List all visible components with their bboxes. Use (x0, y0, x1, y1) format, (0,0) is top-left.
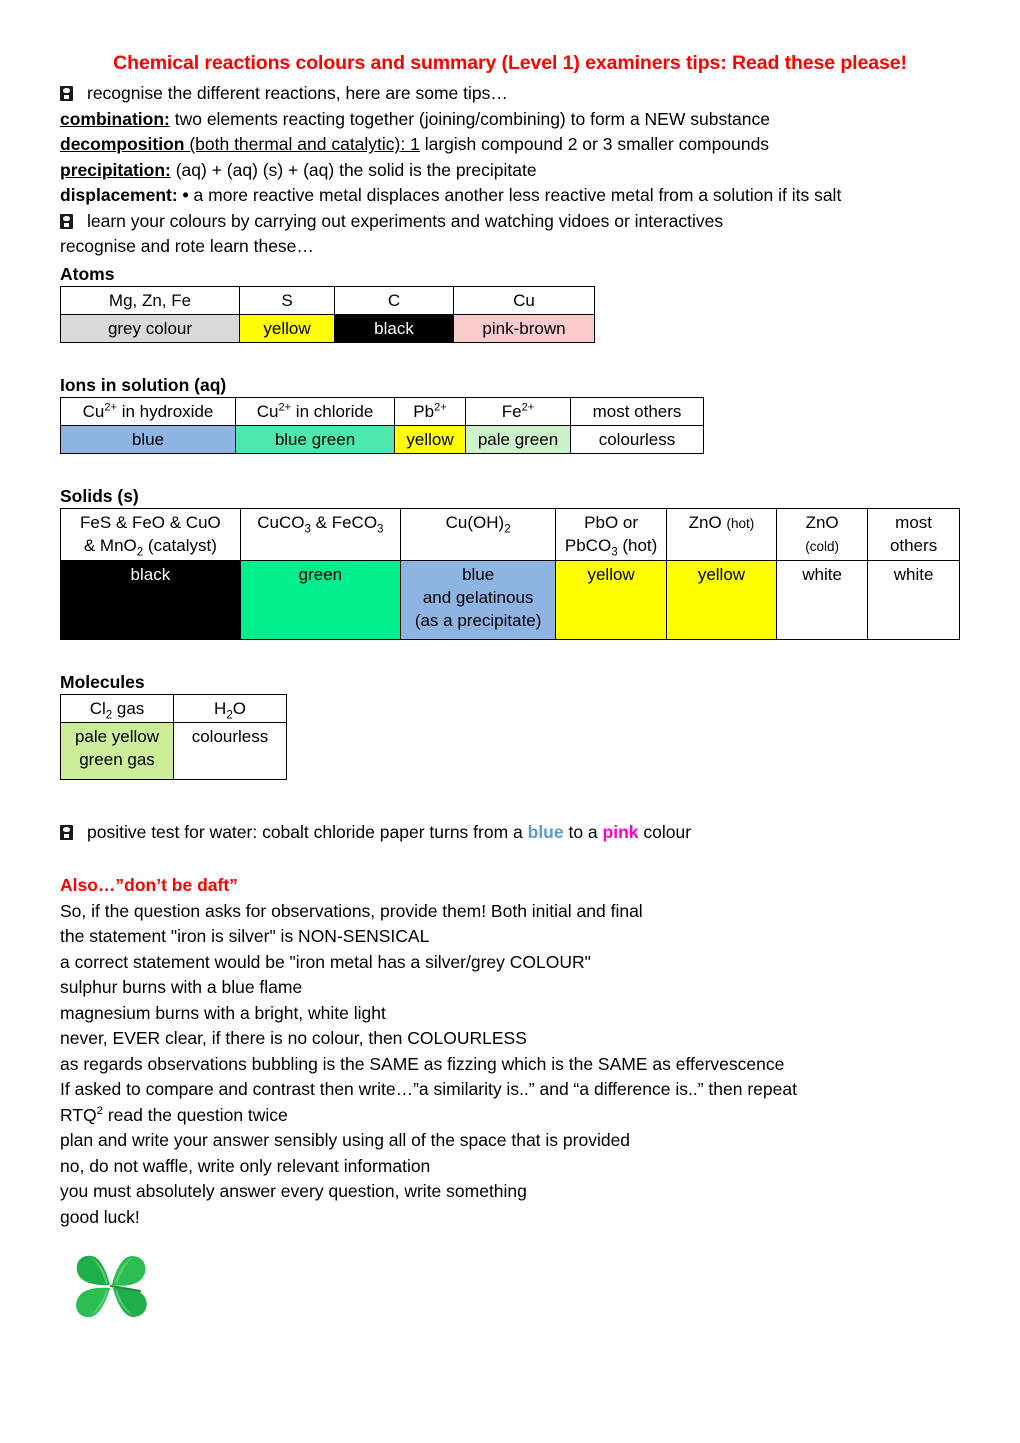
solids-value-1: green (239, 559, 401, 640)
solids-header-0: FeS & FeO & CuO & MnO2 (catalyst) (60, 507, 241, 561)
reaction-combination-term: combination: (60, 108, 170, 129)
also-line-12: good luck! (60, 1206, 140, 1227)
molecules-header-1: H2O (173, 693, 287, 723)
solids-header-1: CuCO3 & FeCO3 (239, 507, 401, 561)
table-row: blue blue green yellow pale green colour… (60, 424, 704, 454)
table-row-header: FeS & FeO & CuO & MnO2 (catalyst) CuCO3 &… (60, 507, 960, 561)
solids-value-3: yellow (555, 559, 667, 640)
also-line-4: magnesium burns with a bright, white lig… (60, 1002, 386, 1023)
table-row-header: Mg, Zn, Fe S C Cu (60, 285, 595, 315)
atoms-header-3: Cu (453, 285, 595, 315)
solids-header-6: most others (867, 507, 960, 561)
tip-line-2-text: learn your colours by carrying out exper… (87, 210, 724, 231)
reaction-displacement: displacement: • a more reactive metal di… (60, 183, 960, 209)
tip-line-1: recognise the different reactions, here … (60, 81, 960, 107)
solids-value-6: white (867, 559, 960, 640)
document-page: Chemical reactions colours and summary (… (0, 0, 1020, 1443)
reaction-displacement-term: displacement: • (60, 185, 189, 206)
solids-value-0: black (60, 559, 241, 640)
table-row: grey colour yellow black pink-brown (60, 313, 595, 343)
ions-header-0: Cu2+ in hydroxide (60, 396, 236, 426)
section-heading-ions: Ions in solution (aq) (60, 374, 227, 395)
table-row-header: Cl2 gas H2O (60, 693, 287, 723)
also-line-11: you must absolutely answer every questio… (60, 1181, 527, 1202)
ions-value-1: blue green (235, 424, 395, 454)
also-line-6: as regards observations bubbling is the … (60, 1053, 785, 1074)
tip-line-1-text: recognise the different reactions, here … (87, 83, 508, 104)
reaction-combination-desc: two elements reacting together (joining/… (169, 108, 771, 129)
pointer-icon (60, 824, 73, 840)
ions-header-1: Cu2+ in chloride (235, 396, 395, 426)
ions-value-0: blue (60, 424, 236, 454)
reaction-precipitation-desc: (aq) + (aq) (s) + (aq) the solid is the … (170, 159, 537, 180)
atoms-value-3: pink-brown (453, 313, 595, 343)
tip-line-2-continued: recognise and rote learn these… (60, 236, 314, 257)
atoms-header-1: S (239, 285, 335, 315)
solids-header-2: Cu(OH)2 (399, 507, 557, 561)
tip-line-2: learn your colours by carrying out exper… (60, 209, 960, 235)
molecules-header-0: Cl2 gas (60, 693, 174, 723)
ions-value-2: yellow (394, 424, 466, 454)
ions-value-4: colourless (570, 424, 704, 454)
molecules-value-0: pale yellow green gas (60, 721, 174, 780)
reaction-displacement-desc: a more reactive metal displaces another … (188, 185, 842, 206)
solids-table: FeS & FeO & CuO & MnO2 (catalyst) CuCO3 &… (60, 507, 960, 640)
solids-value-2: blue and gelatinous (as a precipitate) (399, 559, 557, 640)
also-line-3: sulphur burns with a blue flame (60, 977, 303, 998)
also-line-1: the statement "iron is silver" is NON-SE… (60, 926, 430, 947)
water-test-line: positive test for water: cobalt chloride… (60, 820, 960, 846)
atoms-header-2: C (334, 285, 454, 315)
atoms-value-0: grey colour (60, 313, 240, 343)
atoms-table: Mg, Zn, Fe S C Cu grey colour yellow bla… (60, 285, 595, 343)
also-line-10: no, do not waffle, write only relevant i… (60, 1155, 431, 1176)
solids-header-3: PbO or PbCO3 (hot) (555, 507, 667, 561)
water-test-middle: to a (563, 821, 603, 842)
table-row-header: Cu2+ in hydroxide Cu2+ in chloride Pb2+ … (60, 396, 704, 426)
also-line-2: a correct statement would be "iron metal… (60, 951, 591, 972)
water-test-prefix: positive test for water: cobalt chloride… (87, 821, 528, 842)
atoms-value-1: yellow (239, 313, 335, 343)
reaction-decomposition: decomposition (both thermal and catalyti… (60, 132, 960, 158)
ions-header-2: Pb2+ (394, 396, 466, 426)
water-test-colour-pink: pink (602, 821, 639, 842)
molecules-value-1: colourless (173, 721, 287, 780)
pointer-icon (60, 86, 73, 102)
also-line-9: plan and write your answer sensibly usin… (60, 1130, 631, 1151)
atoms-value-2: black (334, 313, 454, 343)
also-line-7: If asked to compare and contrast then wr… (60, 1079, 797, 1100)
reaction-combination: combination: two elements reacting toget… (60, 107, 960, 133)
solids-value-4: yellow (665, 559, 778, 640)
also-line-0: So, if the question asks for observation… (60, 900, 643, 921)
also-line-5: never, EVER clear, if there is no colour… (60, 1028, 527, 1049)
solids-header-4: ZnO (hot) (665, 507, 778, 561)
table-row: black green blue and gelatinous (as a prec… (60, 559, 960, 640)
page-title: Chemical reactions colours and summary (… (113, 52, 907, 74)
water-test-colour-blue: blue (527, 821, 564, 842)
also-heading: Also…”don’t be daft” (60, 875, 238, 896)
section-heading-molecules: Molecules (60, 671, 145, 692)
ions-table: Cu2+ in hydroxide Cu2+ in chloride Pb2+ … (60, 396, 704, 454)
four-leaf-clover-icon (70, 1244, 960, 1335)
water-test-suffix: colour (638, 821, 692, 842)
reaction-decomposition-desc: largish compound 2 or 3 smaller compound… (419, 134, 770, 155)
molecules-table: Cl2 gas H2O pale yellow green gas colourl… (60, 693, 287, 780)
section-heading-solids: Solids (s) (60, 485, 139, 506)
section-heading-atoms: Atoms (60, 263, 115, 284)
solids-header-5: ZnO (cold) (776, 507, 869, 561)
solids-value-5: white (776, 559, 869, 640)
reaction-precipitation-term: precipitation: (60, 159, 171, 180)
ions-header-3: Fe2+ (465, 396, 571, 426)
reaction-precipitation: precipitation: (aq) + (aq) (s) + (aq) th… (60, 158, 960, 184)
ions-value-3: pale green (465, 424, 571, 454)
table-row: pale yellow green gas colourless (60, 721, 287, 780)
pointer-icon (60, 213, 73, 229)
reaction-decomposition-term: decomposition (60, 134, 185, 155)
atoms-header-0: Mg, Zn, Fe (60, 285, 240, 315)
ions-header-4: most others (570, 396, 704, 426)
also-line-8: RTQ2 read the question twice (60, 1104, 288, 1125)
reaction-decomposition-qualifier: (both thermal and catalytic): 1 (184, 134, 420, 155)
